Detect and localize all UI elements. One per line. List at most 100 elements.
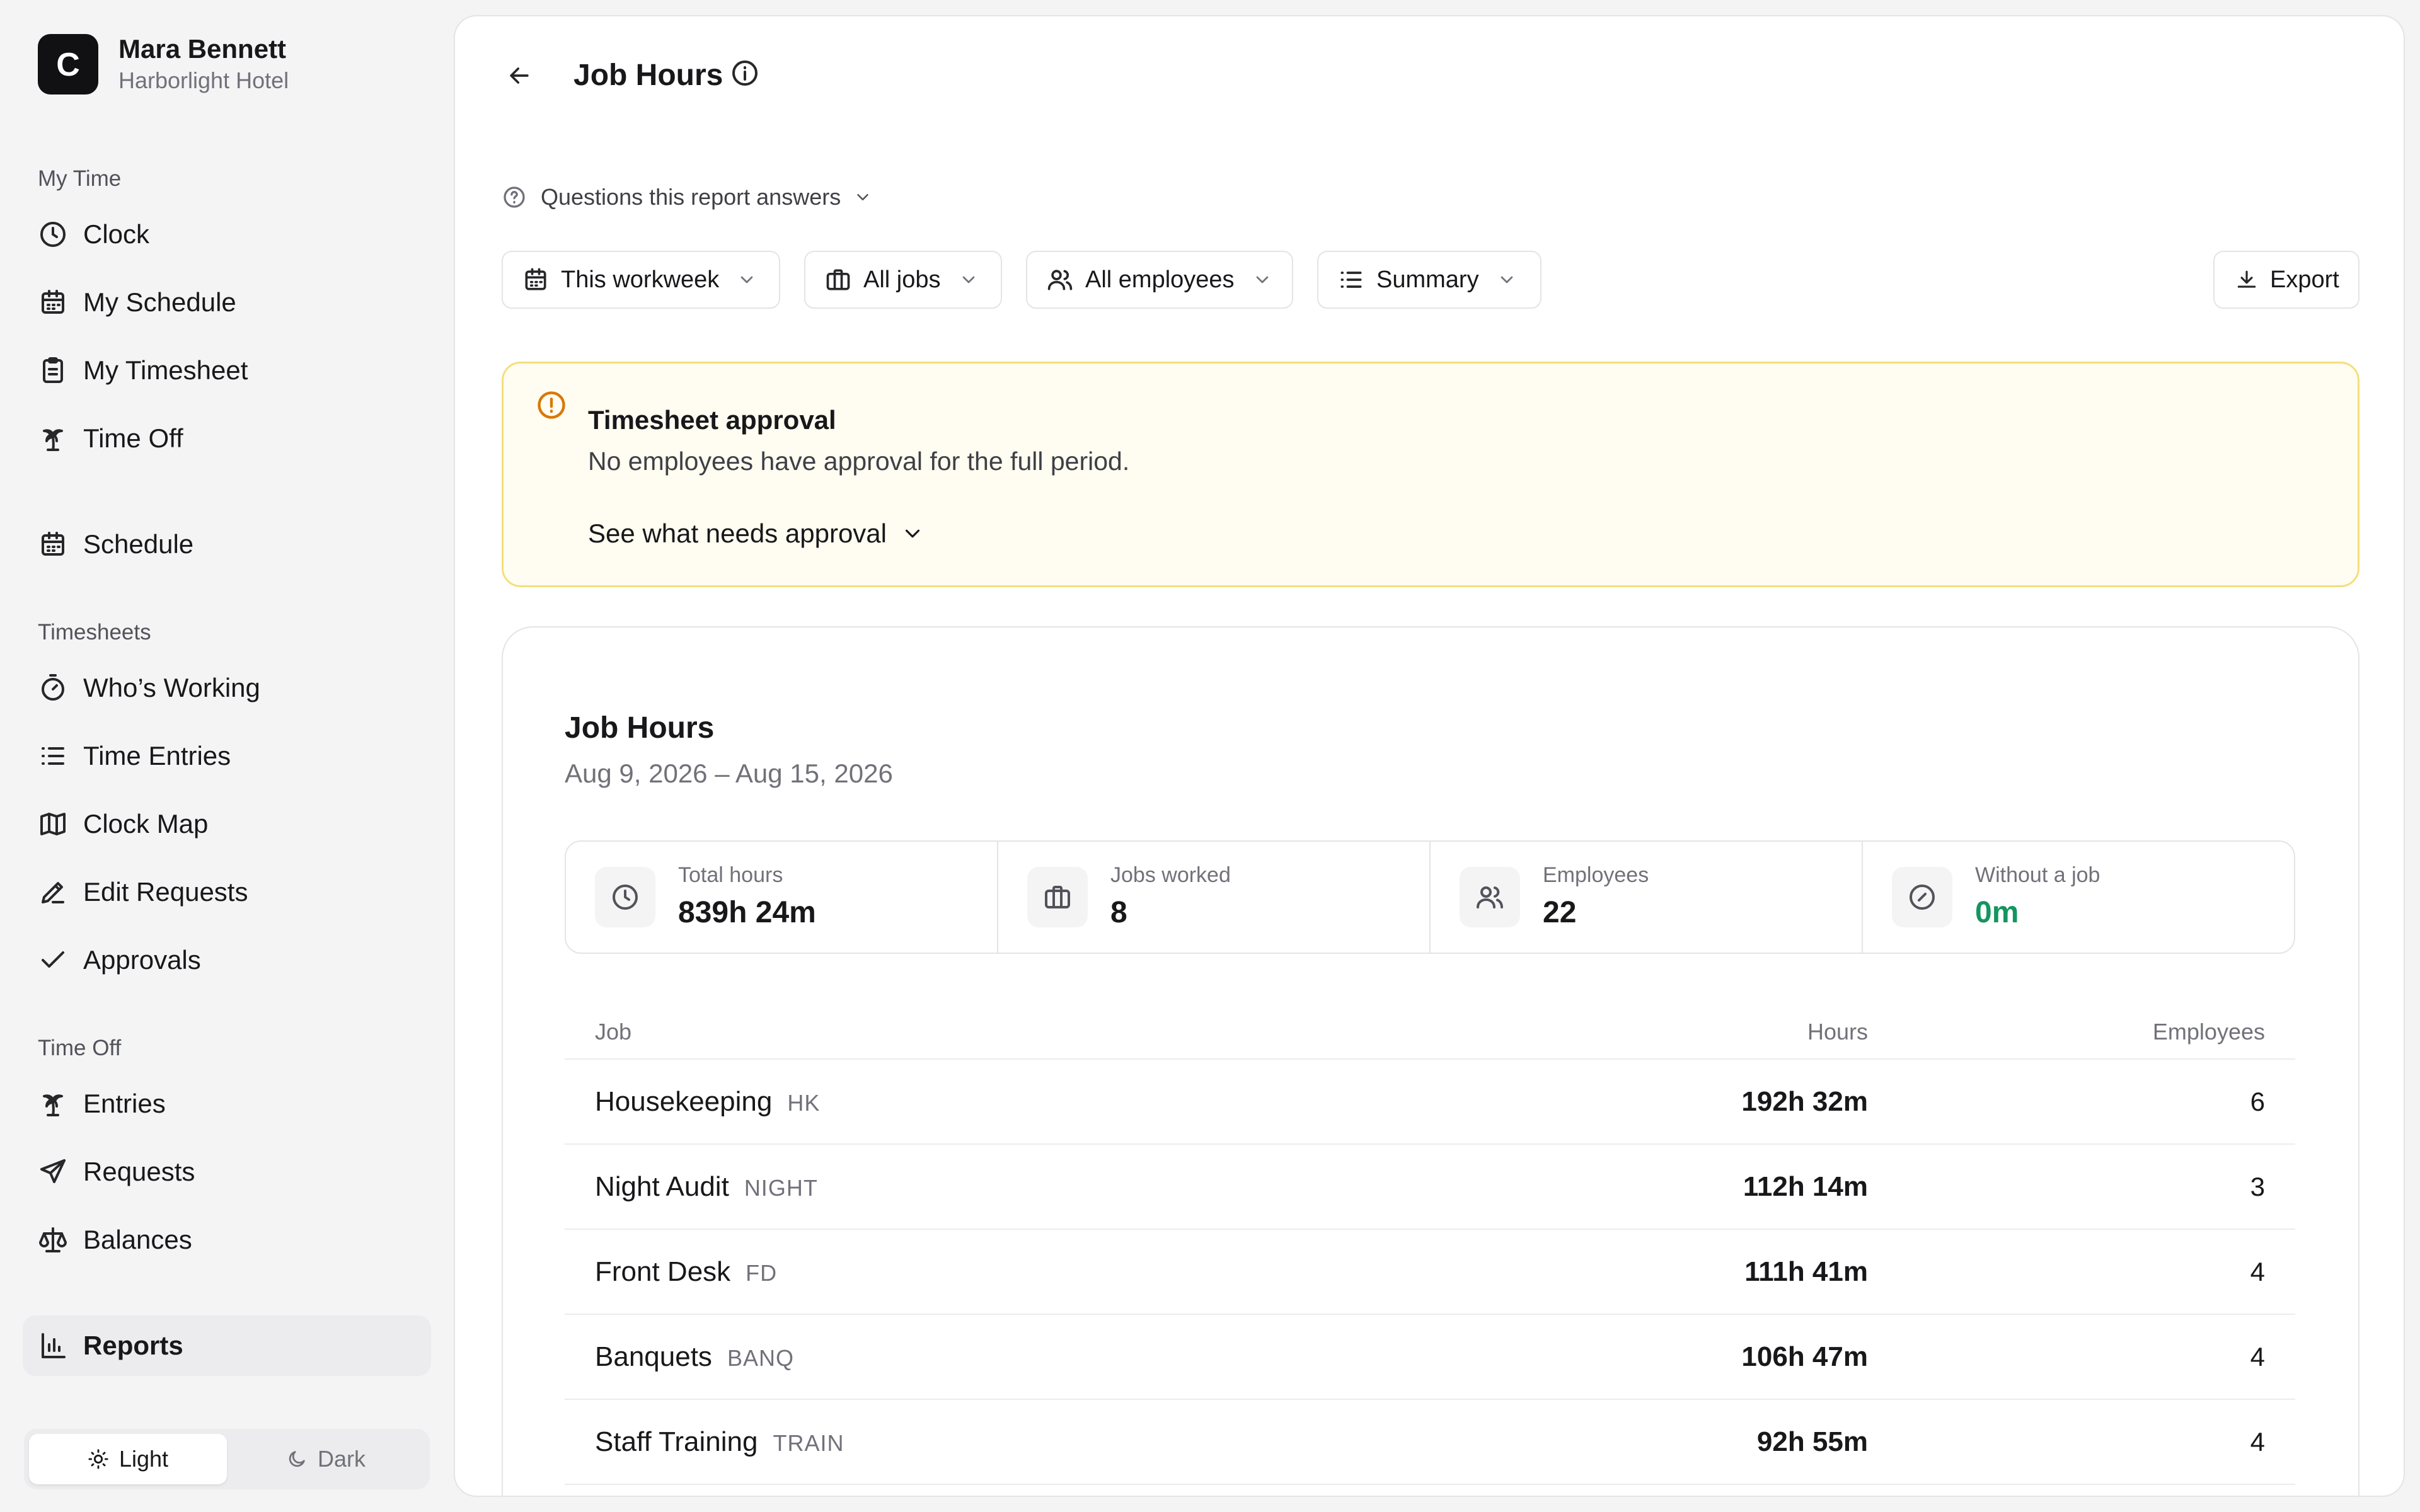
sidebar-item-label: Who’s Working [83, 673, 260, 702]
table-row[interactable]: Banquets BANQ 106h 47m 4 [565, 1315, 2295, 1400]
sidebar-item-label: Time Entries [83, 741, 231, 770]
theme-dark-button[interactable]: Dark [227, 1434, 425, 1484]
table-row[interactable]: Housekeeping HK 192h 32m 6 [565, 1060, 2295, 1145]
sidebar-item-label: Edit Requests [83, 877, 248, 907]
period-filter-dropdown[interactable]: This workweek [502, 251, 780, 309]
question-circle-icon [502, 185, 527, 210]
see-approval-toggle[interactable]: See what needs approval [588, 518, 925, 549]
svg-text:C: C [56, 47, 80, 83]
bar-chart-icon [38, 1331, 68, 1361]
job-code: BANQ [727, 1344, 794, 1371]
sidebar-item-label: My Schedule [83, 287, 236, 317]
stat-value: 8 [1110, 896, 1127, 929]
sidebar-item-reports[interactable]: Reports [23, 1315, 431, 1376]
stat-jobs-worked: Jobs worked 8 [998, 842, 1431, 953]
sidebar-item-my-timesheet[interactable]: My Timesheet [38, 348, 248, 393]
sidebar-item-approvals[interactable]: Approvals [38, 937, 201, 983]
stat-label: Without a job [1975, 863, 2100, 887]
export-button[interactable]: Export [2213, 251, 2360, 309]
theme-light-button[interactable]: Light [29, 1434, 227, 1484]
job-hours-table: Job Hours Employees Housekeeping HK 192h … [565, 1005, 2295, 1485]
jobs-filter-dropdown[interactable]: All jobs [804, 251, 1002, 309]
sidebar-item-label: Schedule [83, 529, 194, 559]
back-arrow-icon[interactable] [499, 55, 539, 96]
no-job-icon [1892, 867, 1952, 927]
calendar-icon [38, 287, 68, 318]
column-header-employees[interactable]: Employees [1868, 1019, 2265, 1045]
section-timesheets: Timesheets [38, 620, 151, 644]
job-code: NIGHT [744, 1174, 818, 1201]
table-row[interactable]: Front Desk FD 111h 41m 4 [565, 1230, 2295, 1315]
sidebar-item-time-off[interactable]: Time Off [38, 416, 183, 461]
sidebar-item-label: Entries [83, 1089, 166, 1118]
sidebar-item-whos-working[interactable]: Who’s Working [38, 665, 260, 711]
stat-total-hours: Total hours 839h 24m [566, 842, 998, 953]
stat-value: 0m [1975, 896, 2019, 929]
chevron-down-icon [901, 522, 925, 546]
chevron-down-icon [959, 270, 979, 290]
sidebar-item-balances[interactable]: Balances [38, 1217, 192, 1263]
main-panel: Job Hours Questions this report answers … [454, 15, 2405, 1497]
clock-icon [595, 867, 655, 927]
chevron-down-icon [1497, 270, 1517, 290]
job-employees: 3 [2250, 1171, 2265, 1201]
info-icon[interactable] [730, 58, 760, 88]
account-switcher[interactable]: C Mara Bennett Harborlight Hotel [38, 33, 289, 96]
questions-toggle[interactable]: Questions this report answers [502, 184, 872, 210]
column-header-job[interactable]: Job [595, 1019, 1427, 1045]
send-icon [38, 1157, 68, 1187]
sidebar-item-edit-requests[interactable]: Edit Requests [38, 869, 248, 915]
map-icon [38, 809, 68, 839]
download-icon [2235, 268, 2259, 292]
period-filter-value: This workweek [561, 266, 720, 293]
table-row[interactable]: Staff Training TRAIN 92h 55m 4 [565, 1400, 2295, 1485]
employees-filter-value: All employees [1085, 266, 1235, 293]
sidebar-item-entries[interactable]: Entries [38, 1081, 166, 1126]
user-name: Mara Bennett [118, 34, 287, 64]
page-title: Job Hours [573, 59, 723, 92]
stat-label: Jobs worked [1110, 863, 1231, 887]
report-title: Job Hours [565, 711, 715, 745]
job-name: Night Audit [595, 1171, 729, 1202]
sidebar-item-label: Requests [83, 1157, 195, 1186]
sidebar-item-clock[interactable]: Clock [38, 212, 149, 257]
palm-tree-icon [38, 423, 68, 454]
view-mode-dropdown[interactable]: Summary [1317, 251, 1541, 309]
job-code: HK [787, 1089, 821, 1116]
app-logo: C [38, 34, 98, 94]
check-icon [38, 945, 68, 975]
job-employees: 4 [2250, 1426, 2265, 1457]
sidebar-item-clock-map[interactable]: Clock Map [38, 801, 208, 847]
jobs-filter-value: All jobs [863, 266, 941, 293]
summary-stats: Total hours 839h 24m Jobs worked 8 Emplo… [565, 840, 2295, 954]
stat-label: Total hours [678, 863, 783, 887]
job-name: Staff Training [595, 1426, 758, 1457]
calendar-icon [38, 529, 68, 559]
job-employees: 6 [2250, 1086, 2265, 1116]
column-header-hours[interactable]: Hours [1427, 1019, 1868, 1045]
sidebar-item-my-schedule[interactable]: My Schedule [38, 280, 236, 325]
sidebar-item-time-entries[interactable]: Time Entries [38, 733, 231, 779]
sidebar: C Mara Bennett Harborlight Hotel My Time… [0, 0, 454, 1512]
theme-toggle: Light Dark [24, 1429, 430, 1489]
stat-without-job: Without a job 0m [1863, 842, 2294, 953]
job-hours: 106h 47m [1741, 1341, 1868, 1372]
organization-name: Harborlight Hotel [118, 67, 289, 93]
job-hours: 92h 55m [1756, 1426, 1868, 1457]
alert-text: No employees have approval for the full … [588, 447, 1130, 476]
chevron-down-icon [1252, 270, 1272, 290]
sun-icon [88, 1448, 109, 1470]
sidebar-item-label: Approvals [83, 945, 201, 975]
clock-icon [38, 219, 68, 249]
stat-employees: Employees 22 [1431, 842, 1863, 953]
sidebar-item-label: Balances [83, 1225, 192, 1254]
employees-filter-dropdown[interactable]: All employees [1026, 251, 1293, 309]
view-mode-value: Summary [1376, 266, 1479, 293]
section-time-off: Time Off [38, 1036, 122, 1060]
sidebar-item-schedule[interactable]: Schedule [38, 522, 193, 567]
table-row[interactable]: Night Audit NIGHT 112h 14m 3 [565, 1145, 2295, 1230]
alert-circle-icon [535, 389, 568, 421]
sidebar-item-label: My Timesheet [83, 355, 248, 385]
job-name: Front Desk [595, 1256, 731, 1287]
sidebar-item-requests[interactable]: Requests [38, 1149, 195, 1194]
